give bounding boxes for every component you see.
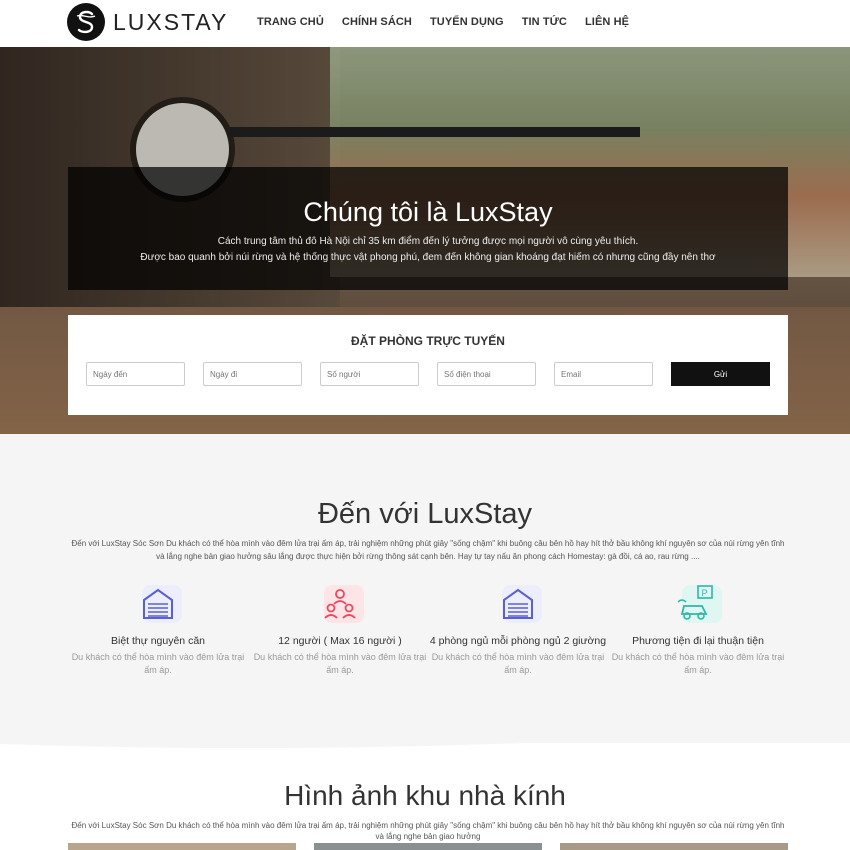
nav-item-contact[interactable]: LIÊN HỆ	[585, 16, 629, 28]
parking-car-icon: P	[668, 584, 728, 624]
svg-text:P: P	[702, 588, 708, 598]
logo-mark-icon	[67, 3, 105, 41]
feature-title: Phương tiện đi lại thuận tiện	[632, 635, 764, 647]
nav-item-news[interactable]: TIN TỨC	[522, 16, 567, 28]
brand-logo[interactable]: LUXSTAY	[67, 3, 228, 41]
garage-icon	[128, 584, 188, 624]
brand-name: LUXSTAY	[113, 8, 229, 35]
intro-description: Đến với LuxStay Sóc Sơn Du khách có thể …	[71, 539, 785, 561]
main-nav: TRANG CHỦ CHÍNH SÁCH TUYỂN DỤNG TIN TỨC …	[257, 16, 647, 28]
submit-button[interactable]: Gửi	[671, 362, 770, 386]
intro-section: Đến với LuxStay Đến với LuxStay Sóc Sơn …	[0, 434, 850, 743]
nav-item-home[interactable]: TRANG CHỦ	[257, 16, 324, 28]
hero-subtitle-line-2: Được bao quanh bởi núi rừng và hệ thống …	[140, 252, 716, 263]
feature-card: 4 phòng ngủ mỗi phòng ngủ 2 giường Du kh…	[428, 584, 608, 677]
booking-form: ĐẶT PHÒNG TRỰC TUYẾN Gửi	[68, 315, 788, 415]
feature-title: 12 người ( Max 16 người )	[278, 635, 402, 647]
hero-title: Chúng tôi là LuxStay	[303, 197, 553, 227]
phone-input[interactable]	[437, 362, 536, 386]
hero-caption: Chúng tôi là LuxStay Cách trung tâm thủ …	[68, 167, 788, 290]
guest-count-input[interactable]	[320, 362, 419, 386]
nav-item-policy[interactable]: CHÍNH SÁCH	[342, 16, 412, 28]
gallery-image[interactable]	[314, 843, 542, 850]
gallery-image[interactable]	[560, 843, 788, 850]
feature-card: P Phương tiện đi lại thuận tiện Du khách…	[608, 584, 788, 677]
arrival-date-input[interactable]	[86, 362, 185, 386]
feature-card: Biệt thự nguyên căn Du khách có thể hòa …	[68, 584, 248, 677]
feature-description: Du khách có thể hòa mình vào đêm lửa trạ…	[611, 652, 785, 675]
gallery-image[interactable]	[68, 843, 296, 850]
feature-title: Biệt thự nguyên căn	[110, 635, 205, 647]
feature-description: Du khách có thể hòa mình vào đêm lửa trạ…	[253, 652, 427, 675]
departure-date-input[interactable]	[203, 362, 302, 386]
email-input[interactable]	[554, 362, 653, 386]
garage-icon	[488, 584, 548, 624]
gallery-title: Hình ảnh khu nhà kính	[284, 780, 566, 811]
site-header: LUXSTAY TRANG CHỦ CHÍNH SÁCH TUYỂN DỤNG …	[0, 0, 850, 47]
feature-description: Du khách có thể hòa mình vào đêm lửa trạ…	[431, 652, 605, 675]
people-icon	[310, 584, 370, 624]
feature-title: 4 phòng ngủ mỗi phòng ngủ 2 giường	[429, 635, 607, 647]
hero-subtitle-line-1: Cách trung tâm thủ đô Hà Nội chỉ 35 km đ…	[217, 236, 639, 247]
intro-title: Đến với LuxStay	[317, 498, 533, 530]
feature-card: 12 người ( Max 16 người ) Du khách có th…	[250, 584, 430, 677]
feature-description: Du khách có thể hòa mình vào đêm lửa trạ…	[71, 652, 245, 675]
nav-item-careers[interactable]: TUYỂN DỤNG	[430, 16, 504, 28]
booking-title: ĐẶT PHÒNG TRỰC TUYẾN	[351, 334, 505, 348]
section-divider-wave	[0, 718, 850, 748]
gallery-description: Đến với LuxStay Sóc Sơn Du khách có thể …	[71, 821, 785, 841]
